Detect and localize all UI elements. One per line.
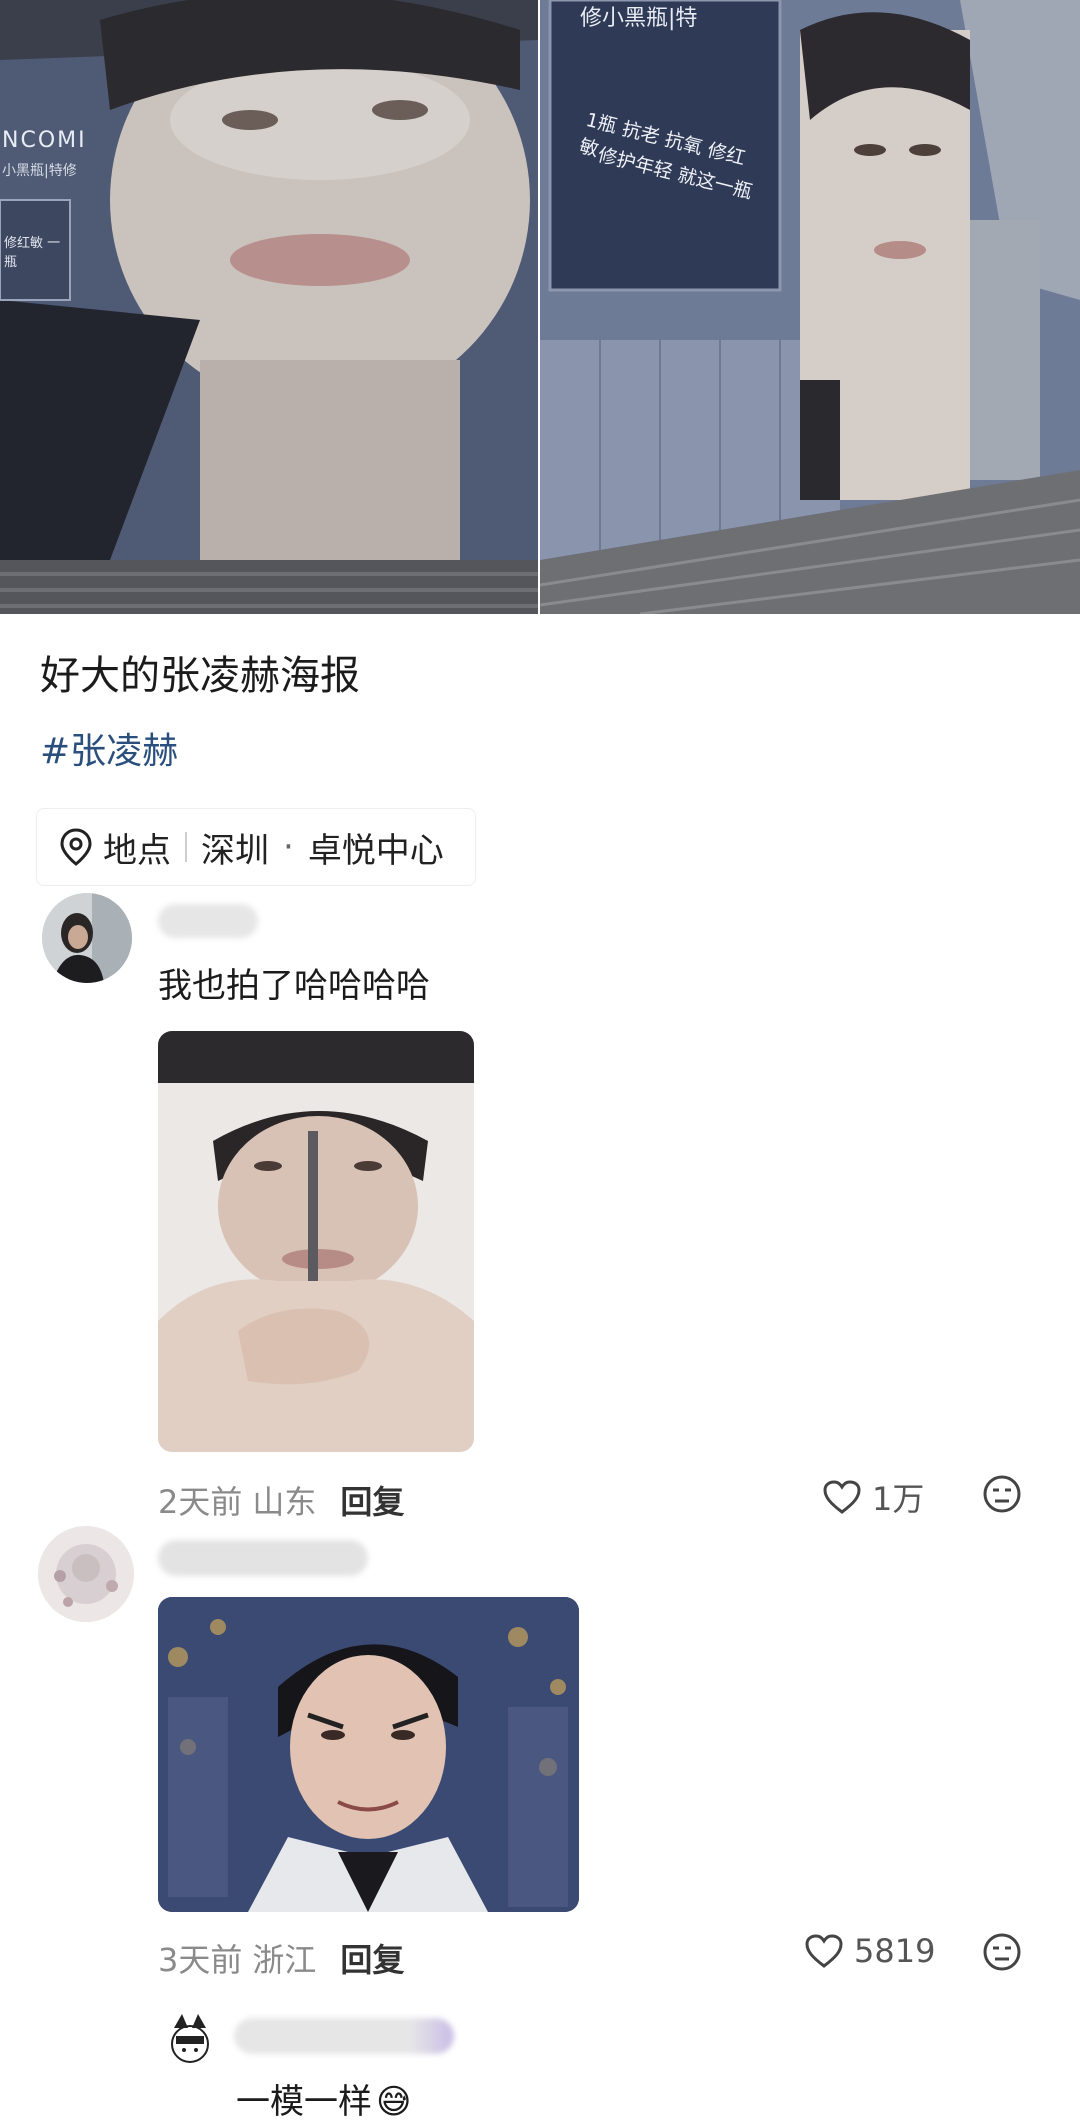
comment-region: 浙江 [252,1941,317,1979]
comment-meta: 3天前 浙江 回复 [158,1935,404,1981]
like-button[interactable]: 1万 [822,1474,924,1520]
heart-icon [804,1933,844,1969]
replier-avatar[interactable] [160,2010,220,2070]
replier-name-blurred[interactable] [234,2018,454,2054]
post-photo-left[interactable]: NCOMI 小黑瓶|特修 修红敏 一瓶 [0,0,538,614]
post-photo-right[interactable]: 修小黑瓶|特 1瓶 抗老 抗氧 修红敏 修护年轻 就这一瓶 [540,0,1080,614]
comment-image[interactable] [158,1597,579,1912]
comment-time: 3天前 [158,1941,243,1979]
like-button[interactable]: 5819 [804,1932,935,1970]
reply-text: 一模一样 😅 [236,2074,411,2123]
hashtag-link[interactable]: #张凌赫 [40,722,178,774]
dislike-face-icon[interactable] [982,1932,1022,1976]
location-dot: · [283,827,294,867]
reply-button[interactable]: 回复 [340,1477,404,1523]
comment-image[interactable] [158,1031,474,1452]
location-place: 卓悦中心 [307,830,444,871]
comment-meta: 2天前 山东 回复 [158,1477,404,1523]
commenter-name-blurred[interactable] [158,1540,368,1576]
location-divider [185,832,187,862]
comment-text: 我也拍了哈哈哈哈 [158,966,430,1006]
location-city: 深圳 [201,830,269,871]
location-pin-icon [59,828,93,866]
comment-region: 山东 [252,1483,317,1521]
poster-sign-text: 修红敏 一瓶 [4,236,61,270]
heart-icon [822,1479,862,1515]
sweat-smile-emoji: 😅 [376,2082,412,2122]
dislike-face-icon[interactable] [982,1474,1022,1518]
commenter-name-blurred[interactable] [158,904,258,938]
reply-button[interactable]: 回复 [340,1935,404,1981]
poster-brand-text: NCOMI [2,128,87,153]
commenter-avatar[interactable] [42,893,132,983]
comment-time: 2天前 [158,1483,243,1521]
like-count: 5819 [854,1932,936,1970]
poster-right-brand-text: 修小黑瓶|特 [580,6,698,31]
post-title: 好大的张凌赫海报 [40,653,360,699]
reply-text-content: 一模一样 [236,2082,372,2122]
commenter-avatar[interactable] [38,1526,134,1622]
poster-badge-text: 小黑瓶|特修 [2,163,77,179]
location-label: 地点 [103,830,171,871]
like-count: 1万 [872,1480,925,1518]
location-chip[interactable]: 地点 深圳 · 卓悦中心 [36,808,476,886]
